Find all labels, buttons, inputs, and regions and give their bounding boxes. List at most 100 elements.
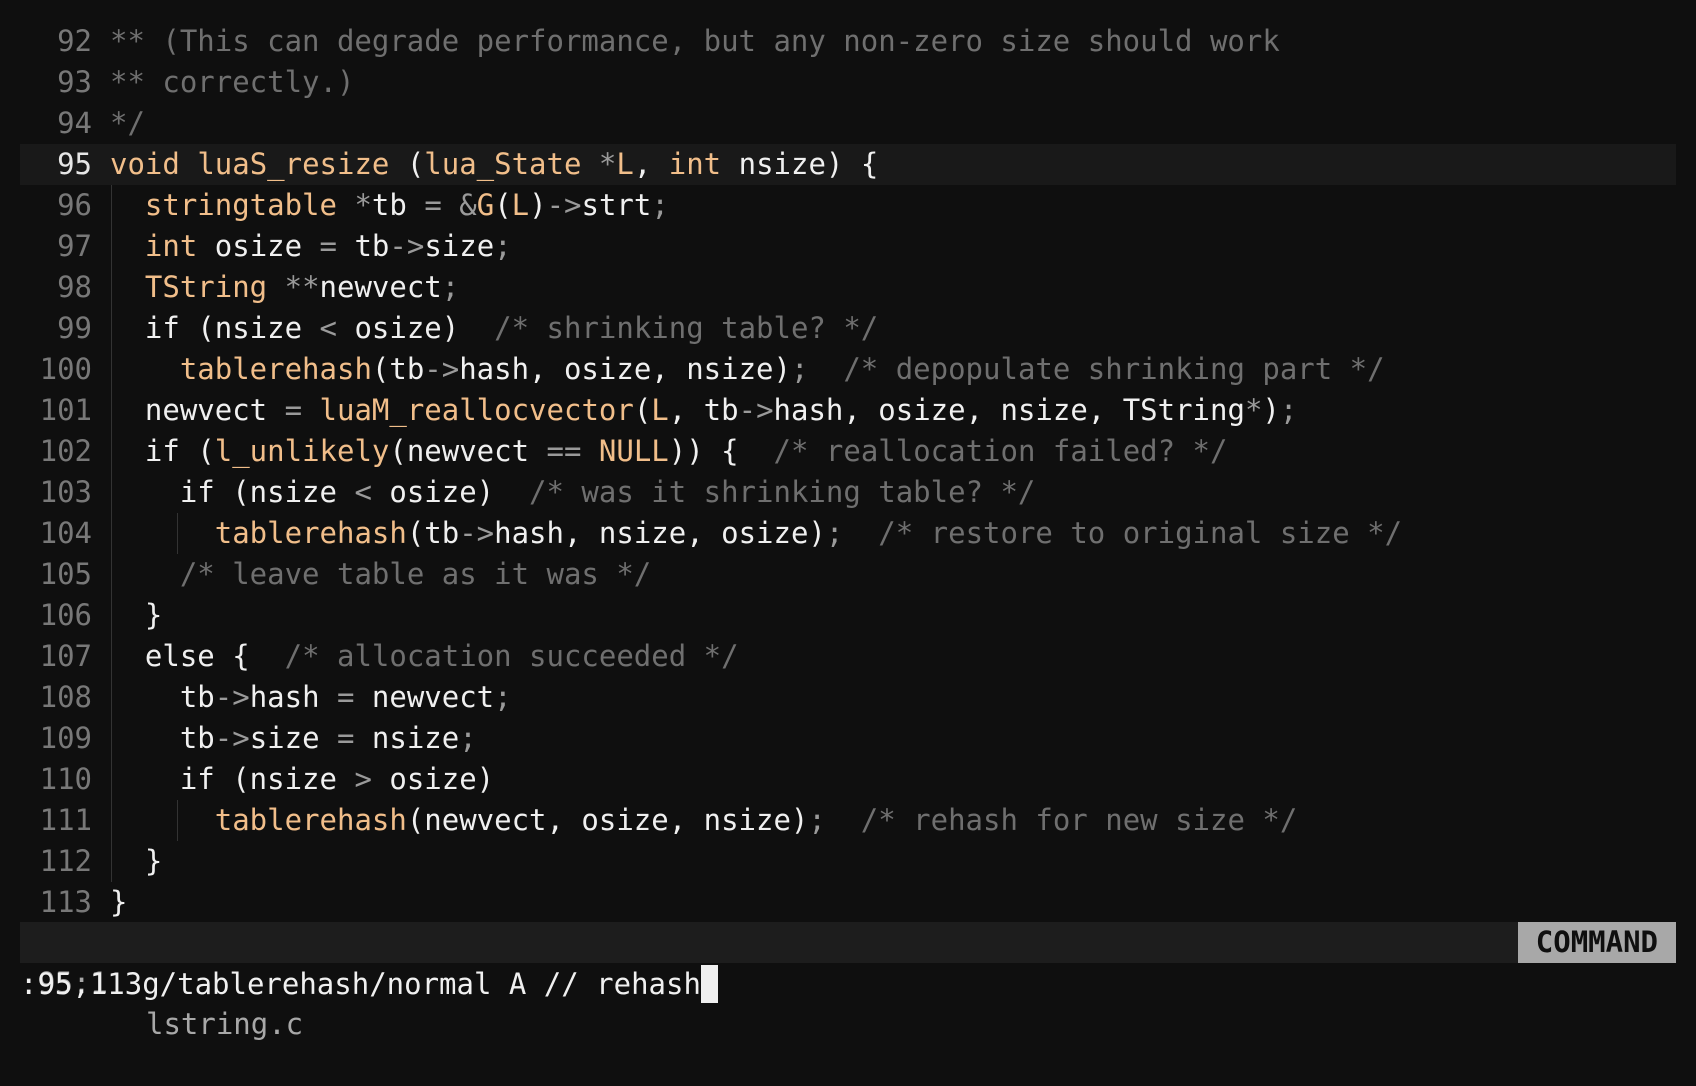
line-number: 96 bbox=[57, 188, 92, 222]
line-number: 112 bbox=[39, 844, 92, 878]
line-number: 103 bbox=[39, 475, 92, 509]
code-token: (newvect, osize, nsize) bbox=[406, 803, 809, 837]
code-token: luaM_reallocvector bbox=[319, 393, 634, 427]
code-token: < bbox=[354, 475, 372, 509]
code-line[interactable]: 98 TString **newvect; bbox=[20, 267, 1676, 308]
code-text: if (l_unlikely(newvect == NULL)) { /* re… bbox=[110, 431, 1228, 472]
code-token: tb bbox=[144, 680, 215, 714]
code-token: /* restore to original size */ bbox=[878, 516, 1403, 550]
code-line[interactable]: 93 ** correctly.) bbox=[20, 62, 1676, 103]
code-token: */ bbox=[110, 106, 145, 140]
code-token: newvect bbox=[319, 270, 442, 304]
code-line[interactable]: 102 if (l_unlikely(newvect == NULL)) { /… bbox=[20, 431, 1676, 472]
code-token: tb bbox=[371, 188, 425, 222]
code-token: ** (This can degrade performance, but an… bbox=[110, 24, 1280, 58]
code-text: tb->size = nsize; bbox=[110, 718, 477, 759]
code-token: > bbox=[354, 762, 372, 796]
file-name: lstring.c bbox=[146, 1007, 304, 1041]
code-token: ; bbox=[441, 270, 460, 304]
code-token: /* leave table as it was */ bbox=[179, 557, 652, 591]
code-line[interactable]: 111 tablerehash(newvect, osize, nsize); … bbox=[20, 800, 1676, 841]
line-number: 100 bbox=[39, 352, 92, 386]
code-token: ) bbox=[1262, 393, 1280, 427]
command-line[interactable]: :95,113g/tablerehash/normal A // rehash bbox=[20, 964, 718, 1005]
code-line[interactable]: 99 if (nsize < osize) /* shrinking table… bbox=[20, 308, 1676, 349]
line-number: 102 bbox=[39, 434, 92, 468]
code-token: ( bbox=[633, 393, 652, 427]
code-token: NULL bbox=[598, 434, 669, 468]
code-token: ( bbox=[494, 188, 512, 222]
code-line[interactable]: 94 */ bbox=[20, 103, 1676, 144]
code-token: tablerehash bbox=[214, 803, 407, 837]
code-token: G bbox=[476, 188, 495, 222]
code-text: tb->hash = newvect; bbox=[110, 677, 512, 718]
line-number: 98 bbox=[57, 270, 92, 304]
code-token: tb bbox=[337, 229, 390, 263]
code-line[interactable]: 110 if (nsize > osize) bbox=[20, 759, 1676, 800]
code-token: (tb bbox=[406, 516, 460, 550]
code-token: -> bbox=[389, 229, 425, 263]
code-token: -> bbox=[214, 721, 250, 755]
line-number: 99 bbox=[57, 311, 92, 345]
code-line[interactable]: 109 tb->size = nsize; bbox=[20, 718, 1676, 759]
line-number: 108 bbox=[39, 680, 92, 714]
code-token: if (nsize bbox=[144, 311, 320, 345]
code-line[interactable]: 92 ** (This can degrade performance, but … bbox=[20, 21, 1676, 62]
code-token: newvect bbox=[354, 680, 495, 714]
code-token: -> bbox=[424, 352, 460, 386]
code-token: ; bbox=[825, 516, 844, 550]
code-line[interactable]: 106 } bbox=[20, 595, 1676, 636]
code-line[interactable]: 108 tb->hash = newvect; bbox=[20, 677, 1676, 718]
mode-badge: COMMAND bbox=[1517, 922, 1676, 963]
line-number: 107 bbox=[39, 639, 92, 673]
code-line[interactable]: 104 tablerehash(tb->hash, nsize, osize);… bbox=[20, 513, 1676, 554]
editor-buffer[interactable]: 92 ** (This can degrade performance, but … bbox=[20, 21, 1676, 923]
code-line[interactable]: 97 int osize = tb->size; bbox=[20, 226, 1676, 267]
code-token: = bbox=[337, 680, 355, 714]
code-token: strt bbox=[581, 188, 652, 222]
code-text: if (nsize > osize) bbox=[110, 759, 494, 800]
code-line[interactable]: 107 else { /* allocation succeeded */ bbox=[20, 636, 1676, 677]
code-text: TString **newvect; bbox=[110, 267, 459, 308]
code-token: L bbox=[511, 188, 530, 222]
code-token: if ( bbox=[144, 434, 215, 468]
code-line[interactable]: 100 tablerehash(tb->hash, osize, nsize);… bbox=[20, 349, 1676, 390]
line-number: 110 bbox=[39, 762, 92, 796]
code-token: * bbox=[354, 188, 372, 222]
code-text: tablerehash(tb->hash, nsize, osize); /* … bbox=[110, 513, 1402, 554]
code-text: int osize = tb->size; bbox=[110, 226, 512, 267]
code-line[interactable]: 105 /* leave table as it was */ bbox=[20, 554, 1676, 595]
code-token: luaS_resize bbox=[197, 147, 390, 181]
code-line[interactable]: 113} bbox=[20, 882, 1676, 923]
code-line[interactable]: 95 void luaS_resize (lua_State *L, int ns… bbox=[20, 144, 1676, 185]
code-token: -> bbox=[546, 188, 582, 222]
line-number: 101 bbox=[39, 393, 92, 427]
code-line[interactable]: 112 } bbox=[20, 841, 1676, 882]
code-line[interactable]: 101 newvect = luaM_reallocvector(L, tb->… bbox=[20, 390, 1676, 431]
text-cursor bbox=[700, 965, 718, 1003]
code-token: ; bbox=[790, 352, 809, 386]
code-token: newvect bbox=[144, 393, 285, 427]
code-token: /* allocation succeeded */ bbox=[284, 639, 739, 673]
code-line[interactable]: 96 stringtable *tb = &G(L)->strt; bbox=[20, 185, 1676, 226]
code-token: )) { bbox=[668, 434, 774, 468]
code-token: -> bbox=[459, 516, 495, 550]
code-token: int bbox=[668, 147, 722, 181]
code-token: else { bbox=[144, 639, 285, 673]
code-token: == bbox=[546, 434, 582, 468]
line-number: 113 bbox=[39, 885, 92, 919]
code-token: } bbox=[110, 885, 128, 919]
code-token: = bbox=[319, 229, 337, 263]
code-token: l_unlikely bbox=[214, 434, 390, 468]
line-number: 93 bbox=[57, 65, 92, 99]
code-line[interactable]: 103 if (nsize < osize) /* was it shrinki… bbox=[20, 472, 1676, 513]
code-token: ; bbox=[494, 229, 512, 263]
status-line: 95:1 lstring.c COMMAND bbox=[20, 922, 1676, 1041]
